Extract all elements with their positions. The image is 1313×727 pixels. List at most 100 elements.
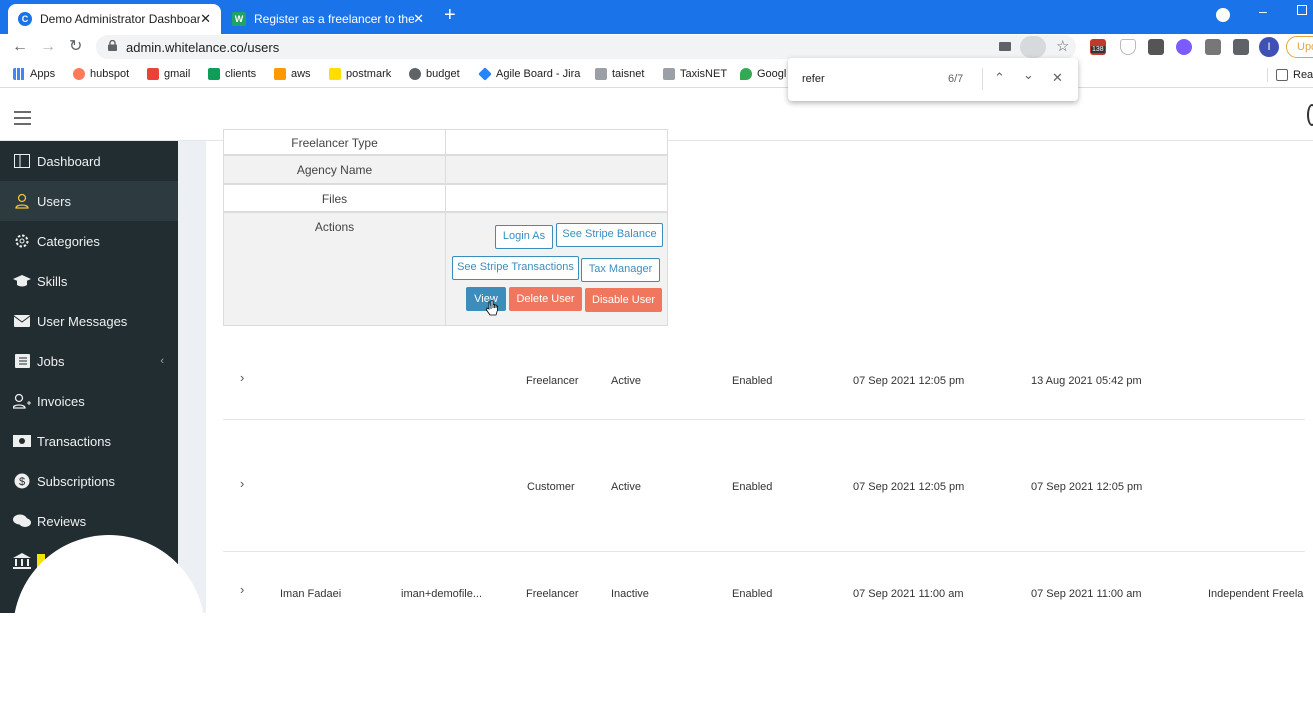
- address-toolbar: ← → ↻ admin.whitelance.co/users ☆ 138: [0, 34, 1313, 62]
- hand-cursor-icon: [486, 300, 498, 316]
- envelope-icon: [13, 313, 31, 329]
- puzzle-extension-icon[interactable]: [1233, 39, 1249, 55]
- see-stripe-balance-button[interactable]: See Stripe Balance: [556, 223, 663, 247]
- delete-user-button[interactable]: Delete User: [509, 287, 582, 311]
- graduation-cap-icon: [13, 273, 31, 289]
- user-plus-icon: [13, 393, 31, 409]
- minimize-icon[interactable]: –: [1259, 3, 1267, 19]
- shield-extension-icon[interactable]: [1120, 39, 1136, 55]
- login-as-button[interactable]: Login As: [495, 225, 553, 249]
- app-favicon-icon: C: [18, 12, 32, 26]
- sheets-icon: [208, 68, 220, 80]
- reading-list[interactable]: Rea: [1267, 68, 1313, 82]
- table-row[interactable]: › Customer Active Enabled 07 Sep 2021 12…: [223, 420, 1305, 552]
- profile-menu-icon[interactable]: [1216, 8, 1230, 22]
- close-tab-icon[interactable]: ✕: [413, 12, 424, 26]
- user-avatar[interactable]: [1307, 104, 1313, 126]
- tax-manager-button[interactable]: Tax Manager: [581, 258, 660, 282]
- chevron-right-icon[interactable]: ›: [240, 582, 244, 597]
- bookmark-label: Googl: [757, 68, 787, 80]
- user-updated-date: 13 Aug 2021 05:42 pm: [1031, 375, 1142, 387]
- sidebar-item-users[interactable]: Users: [0, 181, 178, 221]
- hubspot-icon: [73, 68, 85, 80]
- screenshot-extension-icon[interactable]: [1205, 39, 1221, 55]
- update-label: Upd: [1297, 41, 1313, 53]
- user-name: Iman Fadaei: [280, 588, 342, 600]
- disable-user-button[interactable]: Disable User: [585, 288, 662, 312]
- user-updated-date: 07 Sep 2021 11:00 am: [1031, 588, 1142, 600]
- webcam-overlay: [13, 535, 205, 727]
- find-next-icon[interactable]: ⌄: [1023, 67, 1034, 83]
- table-row[interactable]: › Iman Fadaei iman+demofile... Freelance…: [223, 552, 1305, 613]
- gmail-icon: [147, 68, 159, 80]
- bookmark-gmail[interactable]: gmail: [147, 68, 190, 80]
- bookmark-jira[interactable]: Agile Board - Jira: [478, 67, 580, 81]
- user-email: iman+demofile...: [401, 588, 483, 600]
- table-row[interactable]: › Freelancer Active Enabled 07 Sep 2021 …: [223, 336, 1305, 420]
- user-status: Active: [611, 481, 641, 493]
- user-created-date: 07 Sep 2021 12:05 pm: [853, 375, 965, 387]
- gear-extension-icon[interactable]: [1176, 39, 1192, 55]
- bookmark-clients[interactable]: clients: [208, 68, 256, 80]
- see-stripe-transactions-button[interactable]: See Stripe Transactions: [452, 256, 579, 280]
- find-bar: refer 6/7 ⌃ ⌄ ✕: [788, 58, 1078, 101]
- square-extension-icon[interactable]: [1148, 39, 1164, 55]
- bookmark-taxisnet[interactable]: TaxisNET: [663, 68, 727, 80]
- close-tab-icon[interactable]: ✕: [200, 12, 211, 26]
- find-in-page-icon[interactable]: [1020, 36, 1046, 58]
- maps-pin-icon: [740, 68, 752, 80]
- find-close-icon[interactable]: ✕: [1052, 70, 1063, 86]
- address-bar[interactable]: admin.whitelance.co/users ☆: [96, 35, 1076, 59]
- detail-value: [447, 130, 668, 154]
- bookmark-apps[interactable]: Apps: [13, 68, 55, 80]
- bookmark-label: budget: [426, 68, 460, 80]
- sidebar-item-label: Jobs: [37, 353, 65, 369]
- svg-text:$: $: [19, 476, 25, 488]
- sidebar-item-label: Categories: [37, 233, 100, 249]
- forward-icon[interactable]: →: [40, 38, 56, 56]
- user-created-date: 07 Sep 2021 12:05 pm: [853, 481, 965, 493]
- url-text: admin.whitelance.co/users: [126, 40, 280, 55]
- back-icon[interactable]: ←: [12, 38, 28, 56]
- bookmark-postmark[interactable]: postmark: [329, 68, 391, 80]
- sidebar-item-subscriptions[interactable]: $ Subscriptions: [0, 461, 178, 501]
- maximize-icon[interactable]: [1297, 5, 1307, 15]
- detail-label: Files: [224, 185, 446, 211]
- chevron-right-icon[interactable]: ›: [240, 476, 244, 491]
- bookmark-label: clients: [225, 68, 257, 80]
- sidebar-item-dashboard[interactable]: Dashboard: [0, 141, 178, 181]
- user-enabled: Enabled: [732, 588, 773, 600]
- bookmark-google-maps[interactable]: Googl: [740, 68, 786, 80]
- bookmark-label: postmark: [346, 68, 392, 80]
- find-input[interactable]: refer: [802, 73, 825, 85]
- calendar-extension-icon[interactable]: 138: [1090, 39, 1106, 55]
- browser-tab-admin-dashboard[interactable]: C Demo Administrator Dashboard ✕: [8, 4, 221, 34]
- bookmark-star-icon[interactable]: ☆: [1056, 37, 1069, 55]
- hamburger-menu-icon[interactable]: [14, 111, 31, 129]
- find-previous-icon[interactable]: ⌃: [994, 70, 1005, 86]
- sidebar-item-transactions[interactable]: Transactions: [0, 421, 178, 461]
- sidebar-item-reviews[interactable]: Reviews: [0, 501, 178, 541]
- list-icon: [13, 353, 31, 369]
- sidebar-item-invoices[interactable]: Invoices: [0, 381, 178, 421]
- sidebar-item-user-messages[interactable]: User Messages: [0, 301, 178, 341]
- bookmark-taisnet[interactable]: taisnet: [595, 68, 644, 80]
- detail-label: Freelancer Type: [224, 130, 446, 154]
- profile-avatar[interactable]: I: [1259, 37, 1279, 57]
- browser-tab-register[interactable]: W Register as a freelancer to the W ✕: [222, 4, 434, 34]
- user-created-date: 07 Sep 2021 11:00 am: [853, 588, 964, 600]
- sidebar-item-skills[interactable]: Skills: [0, 261, 178, 301]
- bookmark-budget[interactable]: budget: [409, 68, 460, 80]
- chevron-right-icon[interactable]: ›: [240, 370, 244, 385]
- update-button[interactable]: Upd: [1286, 36, 1313, 58]
- sidebar-item-categories[interactable]: Categories: [0, 221, 178, 261]
- new-tab-button[interactable]: +: [444, 5, 456, 25]
- dashboard-icon: [13, 153, 31, 169]
- bookmark-aws[interactable]: aws: [274, 68, 311, 80]
- camera-icon[interactable]: [999, 42, 1011, 51]
- reload-icon[interactable]: ↻: [69, 38, 82, 56]
- bookmark-hubspot[interactable]: hubspot: [73, 68, 129, 80]
- sidebar-item-jobs[interactable]: Jobs ‹: [0, 341, 178, 381]
- building-icon: [663, 68, 675, 80]
- detail-row-agency-name: Agency Name: [223, 155, 668, 184]
